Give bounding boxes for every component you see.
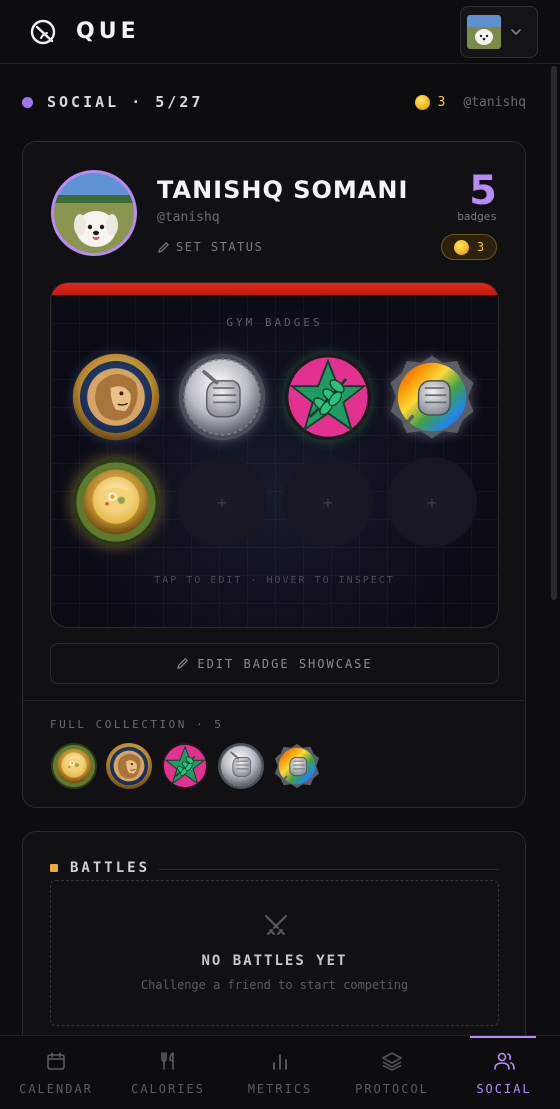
- bottom-navigation: CALENDAR CALORIES METRICS PROTOCOL SOCIA…: [0, 1035, 560, 1109]
- badge-count: 5: [469, 168, 497, 214]
- top-bar: QUE: [0, 0, 560, 64]
- showcase-hint: TAP TO EDIT · HOVER TO INSPECT: [154, 575, 395, 586]
- crossed-swords-icon: [265, 915, 287, 935]
- account-avatar: [467, 14, 501, 49]
- brand[interactable]: QUE: [28, 17, 140, 47]
- nav-label: CALORIES: [131, 1081, 205, 1096]
- bar-chart-icon: [273, 1053, 287, 1070]
- showcase-title: GYM BADGES: [226, 316, 323, 329]
- coin-balance-pill: 3: [441, 234, 497, 260]
- section-title: SOCIAL · 5/27: [47, 93, 204, 111]
- nav-label: SOCIAL: [476, 1081, 532, 1096]
- layers-icon: [382, 1051, 402, 1071]
- nav-label: PROTOCOL: [355, 1081, 429, 1096]
- coin-balance: 3: [476, 240, 485, 254]
- app-name: QUE: [76, 19, 140, 44]
- nav-label: CALENDAR: [19, 1081, 93, 1096]
- card-divider: [23, 700, 525, 701]
- battles-title: BATTLES: [70, 860, 151, 876]
- profile-avatar[interactable]: [51, 170, 137, 256]
- add-icon: +: [217, 492, 227, 512]
- set-status-label: SET STATUS: [176, 240, 264, 254]
- star-leaf-badge-icon: [161, 742, 209, 790]
- que-logo-icon: [30, 19, 56, 44]
- lion-badge-icon: [71, 352, 161, 442]
- showcase-top-stripe: [51, 283, 498, 295]
- edit-showcase-label: EDIT BADGE SHOWCASE: [197, 656, 373, 671]
- page-scrollbar[interactable]: [551, 66, 557, 600]
- coin-count: 3: [437, 94, 446, 110]
- no-battles-title: NO BATTLES YET: [201, 953, 348, 969]
- rainbow-fist-badge-icon: [273, 742, 321, 790]
- badge-slot-fist-chain[interactable]: [177, 352, 267, 442]
- empty-badge-slot[interactable]: +: [387, 457, 477, 547]
- lion-badge-icon: [105, 742, 153, 790]
- section-indicator-dot: [22, 96, 33, 108]
- add-icon: +: [323, 492, 333, 512]
- no-battles-subtitle: Challenge a friend to start competing: [140, 978, 409, 992]
- badge-count-label: badges: [457, 210, 497, 223]
- edit-badge-showcase-button[interactable]: EDIT BADGE SHOWCASE: [50, 643, 499, 684]
- account-menu-button[interactable]: [460, 5, 538, 58]
- collection-item-fist-chain[interactable]: [217, 742, 265, 790]
- nav-calendar[interactable]: CALENDAR: [0, 1036, 112, 1109]
- profile-name: TANISHQ SOMANI: [157, 176, 409, 204]
- coin-icon: [414, 94, 430, 110]
- coin-icon: [453, 239, 469, 255]
- battles-header-rule: [159, 869, 499, 870]
- nav-metrics[interactable]: METRICS: [224, 1036, 336, 1109]
- nav-active-indicator: [470, 1036, 536, 1038]
- badge-showcase: GYM BADGES + + + TAP TO EDIT · HOVER TO …: [50, 282, 499, 628]
- pencil-icon: [158, 241, 169, 253]
- nav-protocol[interactable]: PROTOCOL: [336, 1036, 448, 1109]
- chevron-down-icon: [511, 28, 521, 35]
- set-status-button[interactable]: SET STATUS: [157, 240, 263, 254]
- section-header: SOCIAL · 5/27 3 @tanishq: [22, 90, 526, 114]
- add-icon: +: [427, 492, 437, 512]
- biryani-badge-icon: [71, 457, 161, 547]
- profile-handle: @tanishq: [157, 210, 220, 225]
- collection-item-biryani[interactable]: [50, 742, 98, 790]
- biryani-badge-icon: [50, 742, 98, 790]
- collection-item-star-leaf[interactable]: [161, 742, 209, 790]
- battles-empty-state: NO BATTLES YET Challenge a friend to sta…: [50, 880, 499, 1026]
- collection-item-lion[interactable]: [105, 742, 153, 790]
- battles-header: BATTLES: [50, 860, 150, 876]
- profile-card: TANISHQ SOMANI @tanishq SET STATUS 5 bad…: [22, 141, 526, 808]
- nav-social[interactable]: SOCIAL: [448, 1036, 560, 1109]
- nav-label: METRICS: [247, 1081, 313, 1096]
- user-handle: @tanishq: [463, 94, 526, 110]
- badge-slot-rainbow-fist[interactable]: [387, 352, 477, 442]
- pencil-icon: [177, 658, 189, 669]
- utensils-icon: [161, 1051, 174, 1070]
- collection-item-rainbow-fist[interactable]: [273, 742, 321, 790]
- empty-badge-slot[interactable]: +: [283, 457, 373, 547]
- star-leaf-badge-icon: [283, 352, 373, 442]
- badge-slot-lion[interactable]: [71, 352, 161, 442]
- badge-slot-star-leaf[interactable]: [283, 352, 373, 442]
- fist-chain-badge-icon: [177, 352, 267, 442]
- collection-label: FULL COLLECTION · 5: [50, 718, 224, 731]
- nav-calories[interactable]: CALORIES: [112, 1036, 224, 1109]
- badge-slot-biryani[interactable]: [71, 457, 161, 547]
- rainbow-fist-badge-icon: [387, 352, 477, 442]
- fist-chain-badge-icon: [217, 742, 265, 790]
- users-icon: [494, 1052, 515, 1070]
- empty-badge-slot[interactable]: +: [177, 457, 267, 547]
- battles-indicator-dot: [50, 864, 58, 872]
- calendar-icon: [47, 1051, 65, 1070]
